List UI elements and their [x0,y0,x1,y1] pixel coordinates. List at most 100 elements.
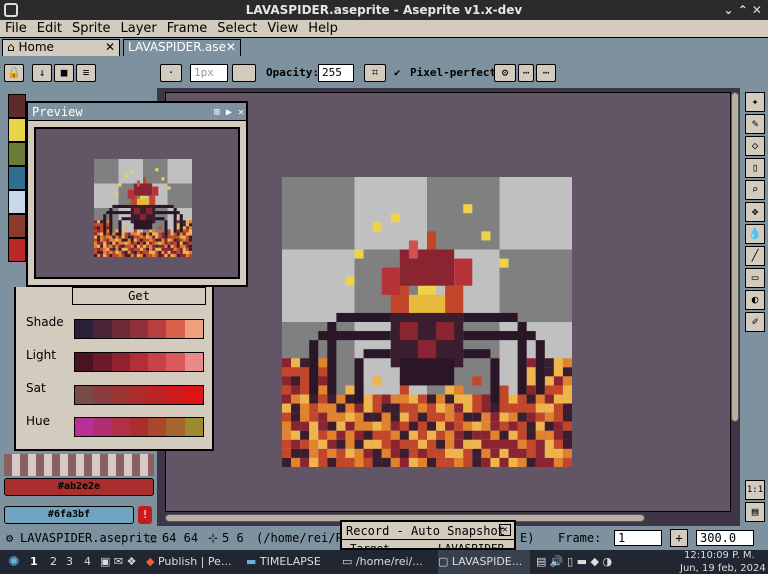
lock-icon[interactable]: 🔒 [4,64,24,82]
window-controls[interactable]: ⌄ ⌃ ✕ [723,0,762,20]
light-swatch[interactable] [75,353,94,371]
hue-swatch[interactable] [166,418,185,436]
palette-swatch[interactable] [8,190,26,214]
tray-icons[interactable]: ▤ 🔊 ▯ ▬ ◆ ◑ [536,550,612,574]
palette-swatch[interactable] [8,118,26,142]
hue-swatch[interactable] [148,418,167,436]
hue-swatch[interactable] [184,418,203,436]
shade-swatches[interactable] [74,319,204,339]
shade-swatch[interactable] [93,320,112,338]
task-lavaspider[interactable]: ▢ LAVASPIDE... [438,550,530,574]
sprite-canvas[interactable] [282,177,572,467]
light-swatch[interactable] [166,353,185,371]
hue-swatch[interactable] [93,418,112,436]
dots-icon[interactable]: ⋯ [518,64,534,82]
sat-swatch[interactable] [93,386,112,404]
sat-swatch[interactable] [111,386,130,404]
tab-lavaspider[interactable]: LAVASPIDER.ase ✕ [123,39,241,56]
task-home-folder[interactable]: ▭ /home/rei/... [342,550,434,574]
quick-launch-icons[interactable]: ▣ ✉ ❖ [100,550,136,574]
close-icon[interactable]: ✕ [226,40,236,55]
move-icon[interactable]: ✥ [745,202,765,222]
palette-swatch[interactable] [8,166,26,190]
palette-swatch[interactable] [8,142,26,166]
shade-swatch[interactable] [111,320,130,338]
light-swatch[interactable] [148,353,167,371]
light-swatch[interactable] [93,353,112,371]
hue-swatch[interactable] [111,418,130,436]
preview-title[interactable]: Preview ⊞ ▶ ✕ [28,103,246,121]
light-swatch[interactable] [184,353,203,371]
record-title[interactable]: Record - Auto Snapshot ✕ [342,522,514,540]
background-color-bar[interactable]: #6fa3bf [4,506,134,524]
contour-icon[interactable]: ◐ [745,290,765,310]
close-icon[interactable]: ✕ [238,107,244,118]
palette-swatch[interactable] [8,238,26,262]
pencil-icon[interactable]: ✎ [745,114,765,134]
palette-swatch[interactable] [8,214,26,238]
workspace-4[interactable]: 4 [84,550,91,574]
sat-swatch[interactable] [166,386,185,404]
tab-home[interactable]: ⌂ Home ✕ [2,39,120,56]
brush-type-button[interactable]: · [160,64,182,82]
task-publish[interactable]: ◆ Publish | Pe... [146,550,242,574]
light-swatch[interactable] [111,353,130,371]
sat-swatches[interactable] [74,385,204,405]
preview-play-icon[interactable]: ▶ [226,107,232,118]
preview-controls[interactable]: ⊞ ▶ ✕ [214,104,244,122]
magic-wand-icon[interactable]: ✦ [745,92,765,112]
eraser-icon[interactable]: ◇ [745,136,765,156]
brush-size-field[interactable]: 1px [190,64,228,82]
close-icon[interactable]: ✕ [105,40,115,55]
warning-icon[interactable]: ! [138,506,152,524]
sat-swatch[interactable] [148,386,167,404]
menu-help[interactable]: Help [303,20,343,37]
palette-swatch[interactable] [8,94,26,118]
palette-strip[interactable] [4,454,154,476]
sat-swatch[interactable] [75,386,94,404]
ink-icon[interactable]: ⌗ [364,64,386,82]
timeline-toggle-icon[interactable]: ▤ [745,502,765,522]
get-button[interactable]: Get [72,287,206,305]
frame-field[interactable]: 1 [614,530,662,546]
menu-sprite[interactable]: Sprite [67,20,116,37]
brush-angle-icon[interactable] [232,64,256,82]
shade-swatch[interactable] [148,320,167,338]
light-swatches[interactable] [74,352,204,372]
opacity-field[interactable]: 255 [318,64,354,82]
task-timelapse[interactable]: ▬ TIMELAPSE [246,550,338,574]
shade-swatch[interactable] [184,320,203,338]
shade-swatch[interactable] [75,320,94,338]
blur-icon[interactable]: ✐ [745,312,765,332]
arrow-down-icon[interactable]: ↓ [32,64,52,82]
square-icon[interactable]: ■ [54,64,74,82]
preview-viewport[interactable] [34,127,240,279]
fill-icon[interactable]: 💧 [745,224,765,244]
more-options-button[interactable]: ⋯ [536,64,556,82]
menu-edit[interactable]: Edit [32,20,67,37]
rectangle-icon[interactable]: ▭ [745,268,765,288]
zoom-icon[interactable]: ⌕ [745,180,765,200]
line-icon[interactable]: ╱ [745,246,765,266]
menu-file[interactable]: File [0,20,32,37]
palette-grid[interactable] [8,94,26,264]
menu-frame[interactable]: Frame [162,20,213,37]
workspace-3[interactable]: 3 [66,550,73,574]
canvas-area[interactable] [165,92,731,512]
actual-size-button[interactable]: 1:1 [745,480,765,500]
close-icon[interactable]: ✕ [499,524,511,536]
sat-swatch[interactable] [184,386,203,404]
menu-select[interactable]: Select [212,20,262,37]
sat-swatch[interactable] [129,386,149,404]
shade-swatch[interactable] [166,320,185,338]
workspace-2[interactable]: 2 [50,550,57,574]
hue-swatches[interactable] [74,417,204,437]
pixel-perfect-checkbox[interactable]: ✔ [394,64,401,82]
vertical-scrollbar[interactable] [731,92,739,422]
foreground-color-bar[interactable]: #ab2e2e [4,478,154,496]
menu-layer[interactable]: Layer [116,20,162,37]
symmetry-icon[interactable]: ⚙ [494,64,516,82]
menu-view[interactable]: View [262,20,303,37]
hue-swatch[interactable] [129,418,149,436]
preview-zoom-icon[interactable]: ⊞ [214,107,220,118]
